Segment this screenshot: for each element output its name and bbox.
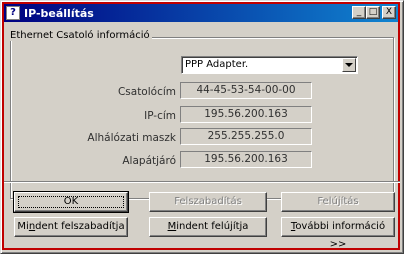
ok-button[interactable]: OK <box>13 191 129 213</box>
more-info-button[interactable]: További információ >> <box>281 217 395 250</box>
mac-address-label: Csatolócím <box>117 86 176 98</box>
subnet-mask-value: 255.255.255.0 <box>180 128 312 145</box>
release-all-button[interactable]: Mindent felszabadítja <box>14 217 128 237</box>
title-buttons: _ □ X <box>352 6 396 19</box>
title-bar[interactable]: ? IP-beállítás _ □ X <box>4 4 398 22</box>
chevron-down-icon[interactable] <box>342 58 356 72</box>
ip-address-value: 195.56.200.163 <box>180 106 312 123</box>
mac-address-value: 44-45-53-54-00-00 <box>180 82 312 99</box>
close-button[interactable]: X <box>382 6 396 19</box>
renew-all-label-post: indent felújítja <box>176 221 249 232</box>
group-legend: Ethernet Csatoló információ <box>8 30 152 41</box>
adapter-select-value: PPP Adapter. <box>185 59 249 70</box>
subnet-mask-label: Alhálózati maszk <box>87 132 176 144</box>
release-button[interactable]: Felszabadítás <box>149 192 267 212</box>
minimize-button[interactable]: _ <box>352 6 366 19</box>
question-network-icon[interactable]: ? <box>6 6 20 20</box>
window-title: IP-beállítás <box>24 6 94 20</box>
release-all-label-pre: Mi <box>17 221 29 232</box>
gateway-label: Alapátjáró <box>122 155 176 167</box>
renew-all-label-accel: M <box>167 221 177 232</box>
adapter-select[interactable]: PPP Adapter. <box>181 56 358 74</box>
separator <box>4 181 400 183</box>
renew-button[interactable]: Felújítás <box>281 192 395 212</box>
ip-address-label: IP-cím <box>144 110 176 122</box>
maximize-button[interactable]: □ <box>366 6 380 19</box>
renew-all-button[interactable]: Mindent felújítja <box>149 217 267 237</box>
release-all-label-post: dent felszabadítja <box>35 221 125 232</box>
gateway-value: 195.56.200.163 <box>180 151 312 168</box>
